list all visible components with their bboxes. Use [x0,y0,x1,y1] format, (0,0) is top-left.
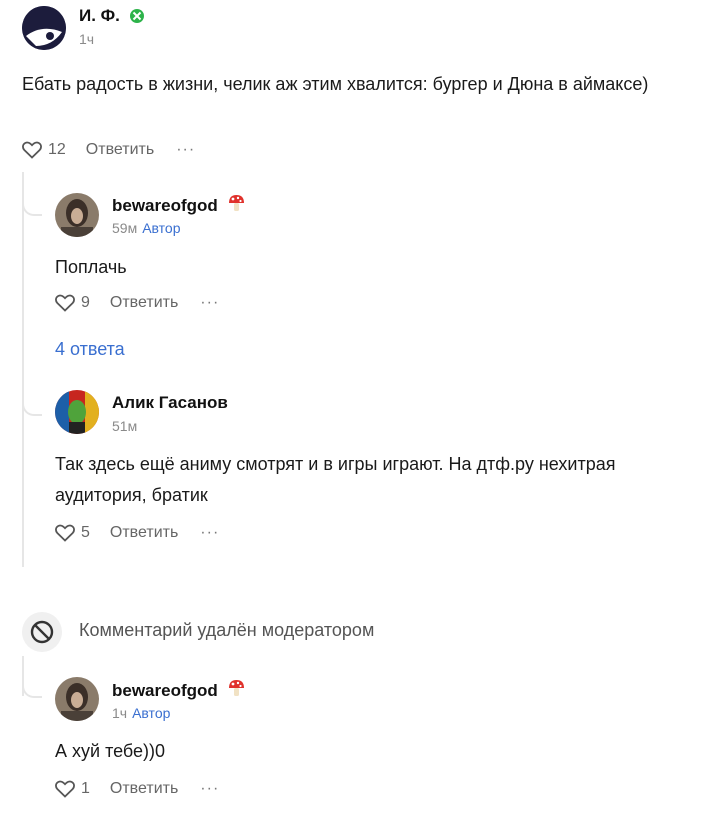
thread-branch [22,196,42,216]
show-replies-link[interactable]: 4 ответа [55,339,125,360]
avatar[interactable] [22,6,66,50]
heart-icon[interactable] [55,294,75,312]
avatar[interactable] [55,677,99,721]
thread-branch [22,678,42,698]
comment-author[interactable]: bewareofgod [112,681,218,701]
comment-author[interactable]: bewareofgod [112,196,218,216]
avatar-image [22,6,66,50]
comment-time-value: 59м [112,220,138,236]
reply-button[interactable]: Ответить [86,141,154,159]
reply-button[interactable]: Ответить [110,780,178,798]
thread-line-root [22,172,24,567]
author-badge: Автор [142,220,181,236]
deleted-comment-notice: Комментарий удалён модератором [79,620,375,640]
comment-time-value: 1ч [112,705,128,721]
prohibited-icon [22,612,62,652]
comment-author[interactable]: Алик Гасанов [112,393,228,413]
like-count: 9 [81,294,90,311]
avatar-image [55,193,99,237]
like-count: 12 [48,141,66,158]
avatar-image [55,390,99,434]
comment-time: 51м [112,418,138,434]
more-button[interactable]: ··· [200,294,219,312]
comment-text: Ебать радость в жизни, челик аж этим хва… [22,74,649,94]
comment-actions: 5 Ответить ··· [55,524,219,542]
comment-actions: 9 Ответить ··· [55,294,219,312]
comment-time: 1ч [79,31,95,47]
thread-branch [22,396,42,416]
comment-actions: 12 Ответить ··· [22,141,195,159]
comment-text: Так здесь ещё аниму смотрят и в игры игр… [55,454,616,505]
comment-author[interactable]: И. Ф. [79,6,120,26]
heart-icon[interactable] [55,780,75,798]
more-button[interactable]: ··· [200,524,219,542]
reply-button[interactable]: Ответить [110,294,178,312]
xbox-badge-icon [130,9,144,23]
like-count: 5 [81,524,90,541]
mushroom-badge-icon [228,679,245,697]
comment-actions: 1 Ответить ··· [55,780,219,798]
heart-icon[interactable] [22,141,42,159]
comment-text: Поплачь [55,257,127,277]
mushroom-badge-icon [228,194,245,212]
more-button[interactable]: ··· [176,141,195,159]
heart-icon[interactable] [55,524,75,542]
author-badge: Автор [132,705,171,721]
comment-time: 59м Автор [112,220,181,236]
like-count: 1 [81,780,90,797]
avatar-image [55,677,99,721]
avatar[interactable] [55,193,99,237]
comment-time: 1ч Автор [112,705,170,721]
reply-button[interactable]: Ответить [110,524,178,542]
more-button[interactable]: ··· [200,780,219,798]
avatar[interactable] [55,390,99,434]
comment-text: А хуй тебе))0 [55,741,166,761]
